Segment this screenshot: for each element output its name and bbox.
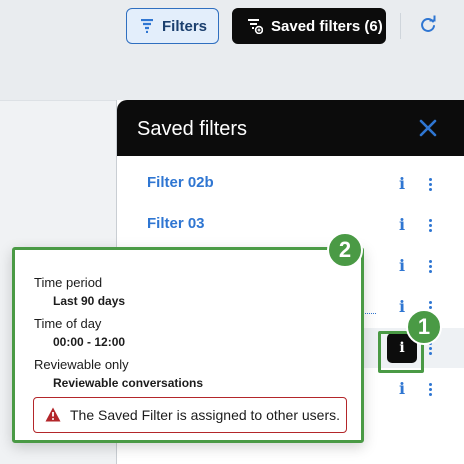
tooltip-field-label: Reviewable only — [34, 357, 129, 372]
more-options-icon[interactable] — [425, 215, 435, 235]
top-toolbar: Filters Saved filters (6) — [0, 0, 464, 100]
saved-filter-row[interactable]: Filter 02b i — [117, 164, 464, 204]
saved-filter-icon — [248, 18, 263, 34]
saved-filters-button-label: Saved filters (6) — [271, 17, 383, 35]
saved-filter-row[interactable]: Filter 03 i — [117, 205, 464, 245]
more-options-icon[interactable] — [425, 174, 435, 194]
assigned-warning-alert: The Saved Filter is assigned to other us… — [33, 397, 347, 433]
annotation-badge-2: 2 — [327, 232, 363, 268]
info-icon[interactable]: i — [395, 379, 409, 399]
filters-button[interactable]: Filters — [126, 8, 219, 44]
toolbar-divider — [400, 13, 401, 39]
filter-icon — [141, 19, 153, 33]
info-icon[interactable]: i — [395, 297, 409, 317]
filters-button-label: Filters — [162, 17, 208, 35]
panel-header: Saved filters — [117, 100, 464, 156]
filter-details-tooltip: Time period Last 90 days Time of day 00:… — [12, 247, 364, 443]
saved-filter-name[interactable]: Filter 02b — [147, 174, 214, 191]
info-icon[interactable]: i — [395, 215, 409, 235]
saved-filter-name[interactable]: Filter 03 — [147, 215, 205, 232]
tooltip-field-value: Last 90 days — [53, 294, 126, 308]
tooltip-field-value: 00:00 - 12:00 — [53, 335, 126, 349]
more-options-icon[interactable] — [425, 379, 435, 399]
warning-icon — [45, 407, 61, 422]
tooltip-field-value: Reviewable conversations — [53, 376, 204, 390]
tooltip-field-label: Time of day — [34, 316, 102, 331]
panel-title: Saved filters — [137, 118, 248, 140]
info-icon[interactable]: i — [395, 256, 409, 276]
more-options-icon[interactable] — [425, 256, 435, 276]
close-icon[interactable] — [417, 117, 439, 139]
tooltip-field-label: Time period — [34, 275, 103, 290]
alert-message: The Saved Filter is assigned to other us… — [70, 407, 341, 423]
saved-filters-button[interactable]: Saved filters (6) — [232, 8, 386, 44]
refresh-icon[interactable] — [418, 15, 438, 35]
annotation-badge-1: 1 — [406, 309, 442, 345]
info-icon[interactable]: i — [395, 174, 409, 194]
